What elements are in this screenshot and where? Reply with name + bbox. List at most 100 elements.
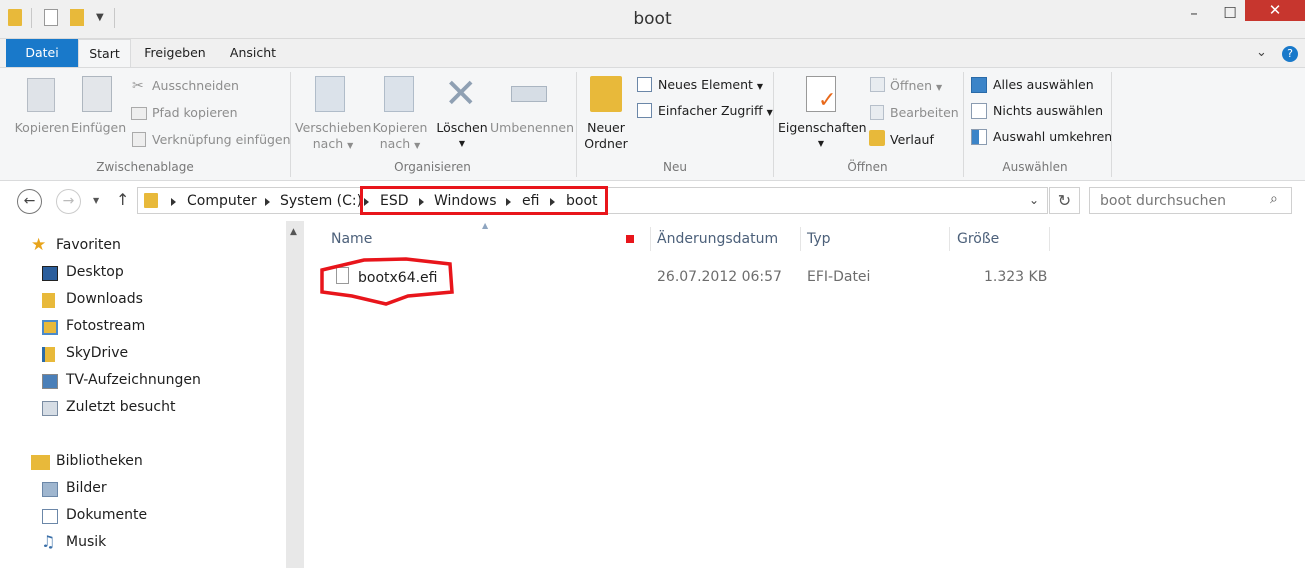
copy-to-label-1: Kopieren	[372, 120, 428, 135]
column-divider[interactable]	[1049, 227, 1050, 251]
tab-share[interactable]: Freigeben	[136, 39, 214, 67]
nav-libraries[interactable]: Bibliotheken	[31, 453, 143, 470]
paste-link-button[interactable]: Verknüpfung einfügen	[152, 131, 291, 149]
move-to-icon	[315, 76, 345, 112]
history-button[interactable]: Verlauf	[890, 131, 934, 149]
chevron-down-icon: ▼	[347, 141, 354, 150]
tab-file[interactable]: Datei	[6, 39, 78, 67]
breadcrumb-arrow-icon[interactable]	[171, 198, 176, 206]
nav-item-desktop[interactable]: Desktop	[42, 264, 124, 281]
rename-button[interactable]: Umbenennen	[490, 120, 574, 136]
easy-access-icon	[637, 103, 652, 118]
easy-access-label: Einfacher Zugriff	[658, 103, 763, 118]
file-list: ▲ Name Änderungsdatum Typ Größe bootx64.…	[304, 221, 1305, 568]
photostream-icon	[42, 320, 58, 335]
nav-favorites[interactable]: ★ Favoriten	[31, 235, 121, 255]
nav-item-documents[interactable]: Dokumente	[42, 507, 147, 524]
chevron-down-icon[interactable]: ⌄	[1029, 193, 1039, 207]
back-button[interactable]: ←	[17, 189, 42, 214]
copy-path-button[interactable]: Pfad kopieren	[152, 104, 238, 122]
properties-button[interactable]: Eigenschaften ▼	[778, 120, 867, 152]
new-folder-label-2: Ordner	[584, 136, 628, 151]
close-button[interactable]: ✕	[1245, 0, 1305, 21]
column-header-type[interactable]: Typ	[807, 231, 831, 247]
nav-item-pictures[interactable]: Bilder	[42, 480, 107, 497]
properties-label: Eigenschaften	[778, 120, 867, 135]
delete-button[interactable]: Löschen ▼	[436, 120, 488, 152]
highlight-box	[360, 186, 608, 215]
nav-item-tv-recordings[interactable]: TV-Aufzeichnungen	[42, 372, 201, 389]
invert-selection-button[interactable]: Auswahl umkehren	[993, 128, 1112, 146]
nav-item-downloads[interactable]: Downloads	[42, 291, 143, 308]
breadcrumb-system-c[interactable]: System (C:)	[280, 193, 362, 209]
column-header-size[interactable]: Größe	[957, 231, 999, 247]
open-button[interactable]: Öffnen ▼	[890, 77, 942, 97]
copy-path-icon	[131, 107, 147, 120]
file-date: 26.07.2012 06:57	[657, 269, 782, 285]
forward-button[interactable]: →	[56, 189, 81, 214]
nav-item-fotostream[interactable]: Fotostream	[42, 318, 146, 335]
scroll-up-arrow-icon[interactable]: ▲	[290, 227, 297, 237]
recent-locations-chevron-icon[interactable]: ▼	[93, 196, 99, 205]
cut-icon: ✂	[132, 78, 144, 94]
nav-item-label: Downloads	[66, 291, 143, 307]
tab-start[interactable]: Start	[78, 39, 131, 67]
column-header-date[interactable]: Änderungsdatum	[657, 231, 778, 247]
nav-item-skydrive[interactable]: SkyDrive	[42, 345, 128, 362]
copy-to-button[interactable]: Kopieren nach ▼	[370, 120, 430, 154]
cut-button[interactable]: Ausschneiden	[152, 77, 239, 95]
separator	[773, 72, 774, 177]
chevron-down-icon[interactable]: ⌄	[1256, 45, 1267, 60]
copy-icon	[27, 78, 55, 112]
refresh-button[interactable]: ↻	[1049, 187, 1080, 214]
invert-selection-icon	[971, 129, 987, 145]
ribbon-tabs: Datei Start Freigeben Ansicht ⌄ ?	[0, 39, 1305, 67]
new-item-icon	[637, 77, 652, 92]
select-none-button[interactable]: Nichts auswählen	[993, 102, 1103, 120]
tv-recordings-icon	[42, 374, 58, 389]
help-icon[interactable]: ?	[1282, 46, 1298, 62]
new-folder-icon	[590, 76, 622, 112]
new-item-button[interactable]: Neues Element ▼	[658, 76, 763, 96]
breadcrumb-arrow-icon[interactable]	[265, 198, 270, 206]
move-to-button[interactable]: Verschieben nach ▼	[295, 120, 371, 154]
copy-button[interactable]: Kopieren	[14, 120, 70, 136]
group-label-clipboard: Zwischenablage	[96, 160, 194, 174]
search-input[interactable]: boot durchsuchen	[1100, 193, 1226, 209]
move-to-label-1: Verschieben	[295, 120, 372, 135]
skydrive-icon	[42, 347, 55, 362]
paste-button[interactable]: Einfügen	[71, 120, 126, 136]
tab-view[interactable]: Ansicht	[220, 39, 286, 67]
navigation-scrollbar[interactable]: ▲	[286, 221, 304, 568]
nav-item-music[interactable]: ♫ Musik	[41, 532, 106, 551]
nav-item-label: TV-Aufzeichnungen	[66, 372, 201, 388]
nav-item-label: Desktop	[66, 264, 124, 280]
up-button[interactable]: ↑	[116, 190, 129, 209]
select-all-button[interactable]: Alles auswählen	[993, 76, 1094, 94]
chevron-down-icon: ▼	[414, 141, 421, 150]
star-icon: ★	[31, 235, 47, 255]
chevron-down-icon: ▼	[756, 82, 764, 91]
column-divider[interactable]	[949, 227, 950, 251]
downloads-folder-icon	[42, 293, 55, 308]
nav-item-recent[interactable]: Zuletzt besucht	[42, 399, 175, 416]
music-library-icon: ♫	[41, 532, 56, 551]
column-header-name[interactable]: Name	[331, 231, 372, 247]
column-divider[interactable]	[800, 227, 801, 251]
address-bar[interactable]: Computer System (C:) ESD Windows efi boo…	[137, 186, 1048, 215]
search-icon[interactable]: ⌕	[1270, 191, 1278, 207]
search-box[interactable]: boot durchsuchen ⌕	[1089, 187, 1292, 214]
new-folder-label-1: Neuer	[587, 120, 625, 135]
column-divider[interactable]	[650, 227, 651, 251]
easy-access-button[interactable]: Einfacher Zugriff ▼	[658, 102, 773, 122]
chevron-down-icon: ▼	[458, 139, 466, 148]
move-to-label-2: nach	[312, 136, 344, 151]
chevron-down-icon: ▼	[766, 108, 773, 117]
new-folder-button[interactable]: Neuer Ordner	[582, 120, 630, 152]
breadcrumb-computer[interactable]: Computer	[187, 193, 257, 209]
edit-button[interactable]: Bearbeiten	[890, 104, 959, 122]
window-title: boot	[633, 9, 672, 29]
file-size: 1.323 KB	[984, 269, 1048, 285]
file-type: EFI-Datei	[807, 269, 871, 285]
nav-item-label: Fotostream	[66, 318, 146, 334]
